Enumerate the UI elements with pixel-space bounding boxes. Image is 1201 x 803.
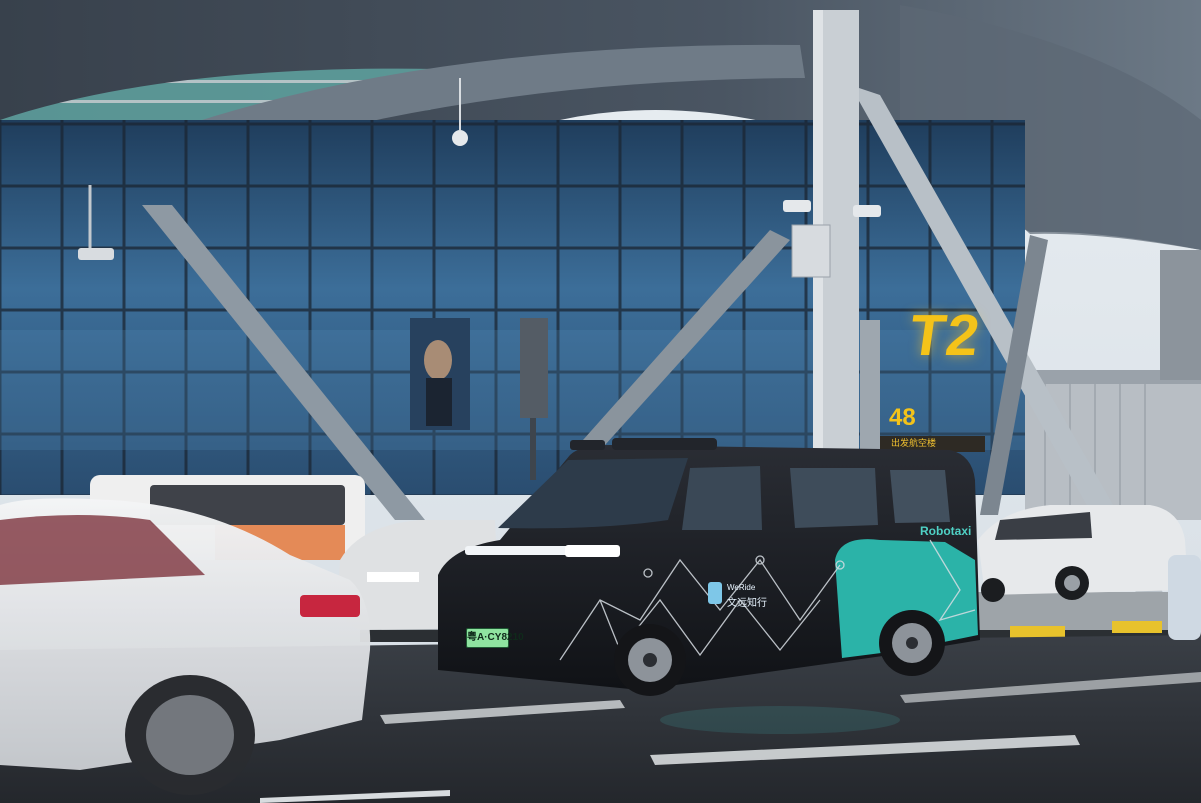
van-rear-wheel [879,610,945,676]
blurred-car-wheel [125,675,255,795]
license-plate: 粤A·CY8210 [466,628,524,648]
van-side-window-2 [790,468,878,528]
column-junction-box [791,224,831,278]
camera [783,200,811,212]
brand-name-en: WeRide [727,583,756,592]
werIDe-logo-mark [708,582,722,604]
side-building [1025,370,1201,520]
dome-camera [452,130,468,146]
terminal-sign: T2 [905,303,985,368]
van-side-window-3 [890,470,950,523]
van-front-wheel [614,624,686,696]
airport-robotaxi-photo: T2 48 出发航空楼 Robotaxi WeRide 文远知行 粤A·CY82… [0,0,1201,803]
right-sign-post [1160,250,1201,380]
gate-number: 48 [889,404,916,431]
scene-illustration [0,0,1201,803]
vehicle-tag: Robotaxi [920,524,972,538]
inner-column [860,320,880,450]
gate-subtext: 出发航空楼 [891,438,937,448]
van-roof-sensor [612,438,717,450]
van-side-window-1 [682,466,762,530]
brand-name-cn: 文远知行 [727,598,767,609]
